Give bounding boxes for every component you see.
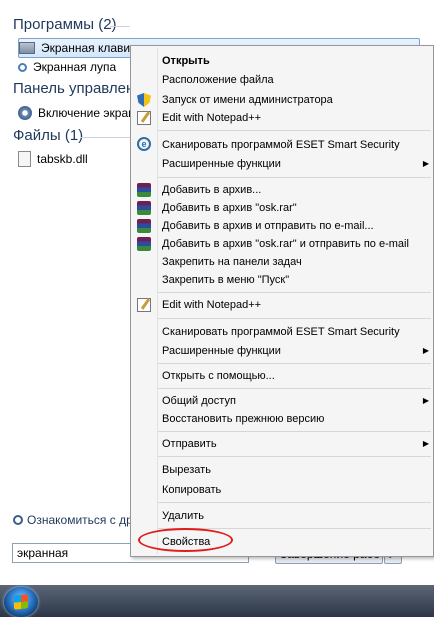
file-label: tabskb.dll (37, 152, 88, 166)
menu-item-eset-scan-2[interactable]: Сканировать программой ESET Smart Securi… (162, 323, 400, 341)
control-panel-item[interactable]: Включение экранн (18, 104, 141, 122)
menu-separator (158, 388, 431, 389)
notepad-plus-plus-icon (137, 298, 151, 312)
magnifier-icon (18, 62, 27, 72)
menu-item-restore-previous[interactable]: Восстановить прежнюю версию (162, 410, 324, 428)
menu-separator (158, 502, 431, 503)
menu-item-add-osk-rar-email[interactable]: Добавить в архив "osk.rar" и отправить п… (162, 235, 409, 253)
winrar-icon (137, 219, 151, 233)
menu-item-add-osk-rar[interactable]: Добавить в архив "osk.rar" (162, 199, 297, 217)
see-more-label: Ознакомиться с друг (27, 513, 143, 527)
menu-separator (158, 177, 431, 178)
submenu-arrow-icon: ▶ (422, 439, 429, 448)
menu-icon-gutter (157, 48, 158, 554)
notepad-plus-plus-icon (137, 111, 151, 125)
keyboard-icon (19, 42, 35, 54)
menu-item-send-to[interactable]: Отправить (162, 435, 217, 453)
submenu-arrow-icon: ▶ (422, 396, 429, 405)
menu-item-advanced[interactable]: Расширенные функции (162, 155, 281, 173)
menu-item-add-archive-email[interactable]: Добавить в архив и отправить по e-mail..… (162, 217, 374, 235)
menu-item-advanced-2[interactable]: Расширенные функции (162, 342, 281, 360)
files-header: Файлы (1) (13, 127, 84, 144)
menu-item-file-location[interactable]: Расположение файла (162, 71, 274, 89)
file-item[interactable]: tabskb.dll (18, 150, 88, 168)
context-menu: Открыть Расположение файла Запуск от име… (130, 45, 434, 557)
menu-item-edit-notepad-2[interactable]: Edit with Notepad++ (162, 296, 261, 314)
submenu-arrow-icon: ▶ (422, 346, 429, 355)
dll-file-icon (18, 151, 31, 167)
control-panel-label: Включение экранн (38, 106, 142, 120)
programs-header: Программы (2) (13, 16, 117, 33)
submenu-arrow-icon: ▶ (422, 159, 429, 168)
windows-logo-icon (14, 594, 28, 610)
menu-separator (158, 456, 431, 457)
menu-item-cut[interactable]: Вырезать (162, 461, 211, 479)
menu-item-add-archive[interactable]: Добавить в архив... (162, 181, 261, 199)
menu-separator (158, 363, 431, 364)
start-button[interactable] (4, 587, 38, 617)
winrar-icon (137, 183, 151, 197)
program-item-magnifier[interactable]: Экранная лупа (18, 58, 116, 76)
program-label: Экранная лупа (33, 60, 117, 74)
ease-of-access-icon (18, 106, 32, 120)
divider (80, 137, 130, 138)
divider (110, 26, 130, 27)
menu-item-edit-notepad[interactable]: Edit with Notepad++ (162, 109, 261, 127)
menu-item-share[interactable]: Общий доступ (162, 392, 236, 410)
menu-separator (158, 431, 431, 432)
winrar-icon (137, 201, 151, 215)
menu-separator (158, 130, 431, 131)
winrar-icon (137, 237, 151, 251)
menu-separator (158, 318, 431, 319)
menu-separator (158, 292, 431, 293)
highlight-ellipse (138, 528, 233, 552)
menu-item-eset-scan[interactable]: Сканировать программой ESET Smart Securi… (162, 136, 400, 154)
menu-item-copy[interactable]: Копировать (162, 481, 221, 499)
see-more-results-link[interactable]: Ознакомиться с друг (13, 513, 143, 527)
menu-item-delete[interactable]: Удалить (162, 507, 204, 525)
eset-icon: e (137, 137, 151, 151)
menu-item-pin-start[interactable]: Закрепить в меню "Пуск" (162, 271, 289, 289)
menu-item-open-with[interactable]: Открыть с помощью... (162, 367, 275, 385)
menu-item-open[interactable]: Открыть (162, 52, 210, 70)
search-icon (13, 515, 23, 525)
uac-shield-icon (137, 93, 151, 107)
menu-item-run-as-admin[interactable]: Запуск от имени администратора (162, 91, 333, 109)
menu-item-pin-taskbar[interactable]: Закрепить на панели задач (162, 253, 302, 271)
taskbar (0, 585, 434, 617)
